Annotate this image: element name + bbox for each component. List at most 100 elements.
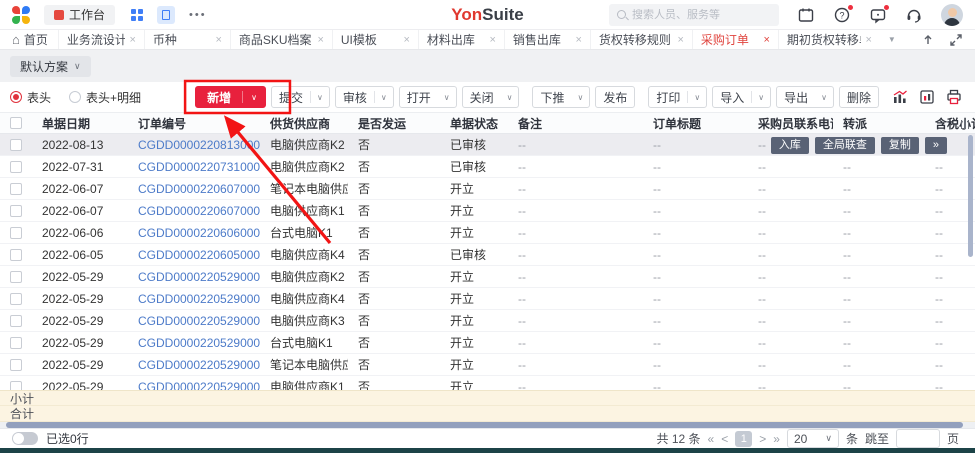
order-number-link[interactable]: CGDD0000220605000001	[138, 248, 260, 262]
order-number-link[interactable]: CGDD0000220529000002	[138, 358, 260, 372]
tab-销售出库[interactable]: 销售出库×	[504, 30, 590, 49]
cell-status: 开立	[440, 180, 508, 197]
chart-icon[interactable]	[891, 88, 909, 106]
more-actions-button[interactable]: »	[925, 137, 947, 154]
cell-status: 已审核	[440, 246, 508, 263]
button-label: 关闭	[463, 89, 501, 106]
tab-close-icon[interactable]: ×	[399, 34, 409, 46]
order-number-link[interactable]: CGDD0000220813000001	[138, 138, 260, 152]
toolbar-button-删除[interactable]: 删除	[839, 86, 879, 108]
column-settings-icon[interactable]	[958, 117, 972, 131]
selected-rows-toggle[interactable]	[12, 432, 38, 445]
tab-home[interactable]: ⌂ 首页	[0, 30, 58, 49]
tab-货权转移规则[interactable]: 货权转移规则×	[590, 30, 692, 49]
cell-note: --	[508, 292, 643, 306]
vertical-scrollbar[interactable]	[968, 135, 973, 257]
tab-close-icon[interactable]: ×	[125, 34, 135, 46]
cell-supplier: 台式电脑K1	[260, 224, 348, 241]
radio-selected-icon	[10, 91, 22, 103]
headset-icon[interactable]	[905, 6, 923, 24]
row-checkbox[interactable]	[10, 161, 22, 173]
search-icon	[617, 10, 626, 19]
export-up-icon[interactable]	[921, 33, 935, 47]
tab-币种[interactable]: 币种×	[144, 30, 230, 49]
tab-close-icon[interactable]: ×	[485, 34, 495, 46]
row-action-全局联查[interactable]: 全局联查	[815, 137, 875, 154]
page-size-select[interactable]: 20 ∨	[787, 429, 839, 448]
toolbar-button-关闭[interactable]: 关闭∨	[462, 86, 520, 108]
app-grid-icon[interactable]	[131, 9, 143, 21]
printer-icon[interactable]	[945, 88, 963, 106]
column-header-单据日期: 单据日期	[32, 115, 128, 132]
add-button[interactable]: 新增∨	[195, 86, 266, 108]
first-page-button[interactable]: «	[708, 432, 715, 446]
row-action-入库[interactable]: 入库	[771, 137, 809, 154]
help-icon[interactable]: ?	[833, 6, 851, 24]
view-mode-表头+明细[interactable]: 表头+明细	[69, 89, 141, 106]
row-checkbox[interactable]	[10, 337, 22, 349]
jump-page-input[interactable]	[896, 429, 940, 448]
toolbar-button-提交[interactable]: 提交∨	[271, 86, 330, 108]
fullscreen-icon[interactable]	[949, 33, 963, 47]
toolbar-button-导出[interactable]: 导出∨	[776, 86, 834, 108]
calendar-icon[interactable]	[797, 6, 815, 24]
row-checkbox[interactable]	[10, 271, 22, 283]
row-checkbox[interactable]	[10, 183, 22, 195]
tab-overflow-caret-icon[interactable]: ▼	[880, 35, 904, 44]
workbench-tab[interactable]: 工作台	[44, 5, 115, 25]
tab-商品SKU档案[interactable]: 商品SKU档案×	[230, 30, 332, 49]
order-number-link[interactable]: CGDD0000220529000004	[138, 314, 260, 328]
row-checkbox[interactable]	[10, 359, 22, 371]
tab-close-icon[interactable]: ×	[861, 34, 871, 46]
global-search[interactable]	[609, 4, 779, 26]
order-number-link[interactable]: CGDD0000220606000001	[138, 226, 260, 240]
tab-材料出库[interactable]: 材料出库×	[418, 30, 504, 49]
cell-supplier: 电脑供应商K2	[260, 136, 348, 153]
document-icon[interactable]	[157, 6, 175, 24]
tab-close-icon[interactable]: ×	[313, 34, 323, 46]
tab-UI模板[interactable]: UI模板×	[332, 30, 418, 49]
last-page-button[interactable]: »	[773, 432, 780, 446]
prev-page-button[interactable]: <	[721, 432, 728, 446]
toolbar-button-打开[interactable]: 打开∨	[399, 86, 457, 108]
order-number-link[interactable]: CGDD0000220607000001	[138, 204, 260, 218]
tab-close-icon[interactable]: ×	[571, 34, 581, 46]
current-page[interactable]: 1	[735, 431, 752, 447]
row-checkbox[interactable]	[10, 205, 22, 217]
cell-tax: --	[925, 270, 975, 284]
tab-采购订单[interactable]: 采购订单×	[692, 30, 778, 49]
next-page-button[interactable]: >	[759, 432, 766, 446]
message-icon[interactable]	[869, 6, 887, 24]
cell-date: 2022-05-29	[32, 314, 128, 328]
row-action-复制[interactable]: 复制	[881, 137, 919, 154]
row-checkbox[interactable]	[10, 139, 22, 151]
select-all-checkbox[interactable]	[10, 117, 22, 129]
order-number-link[interactable]: CGDD0000220529000005	[138, 292, 260, 306]
toolbar-button-发布[interactable]: 发布	[595, 86, 635, 108]
user-avatar[interactable]	[941, 4, 963, 26]
scheme-select[interactable]: 默认方案 ∨	[10, 56, 91, 77]
row-checkbox[interactable]	[10, 227, 22, 239]
more-menu-icon[interactable]: •••	[189, 9, 207, 21]
order-number-link[interactable]: CGDD0000220607000002	[138, 182, 260, 196]
toolbar-button-审核[interactable]: 审核∨	[335, 86, 394, 108]
toolbar-button-打印[interactable]: 打印∨	[648, 86, 707, 108]
view-mode-表头[interactable]: 表头	[10, 89, 51, 106]
tab-业务流设计[interactable]: 业务流设计×	[58, 30, 144, 49]
workbench-icon	[54, 10, 64, 20]
order-number-link[interactable]: CGDD0000220529000001	[138, 380, 260, 391]
report-icon[interactable]	[918, 88, 936, 106]
tab-close-icon[interactable]: ×	[759, 34, 769, 46]
tab-期初货权转移单[interactable]: 期初货权转移单×	[778, 30, 880, 49]
order-number-link[interactable]: CGDD0000220731000001	[138, 160, 260, 174]
toolbar-button-下推[interactable]: 下推∨	[532, 86, 590, 108]
tab-close-icon[interactable]: ×	[211, 34, 221, 46]
row-checkbox[interactable]	[10, 249, 22, 261]
tab-close-icon[interactable]: ×	[673, 34, 683, 46]
order-number-link[interactable]: CGDD0000220529000003	[138, 336, 260, 350]
order-number-link[interactable]: CGDD0000220529000006	[138, 270, 260, 284]
search-input[interactable]	[632, 9, 752, 21]
row-checkbox[interactable]	[10, 315, 22, 327]
row-checkbox[interactable]	[10, 293, 22, 305]
toolbar-button-导入[interactable]: 导入∨	[712, 86, 771, 108]
